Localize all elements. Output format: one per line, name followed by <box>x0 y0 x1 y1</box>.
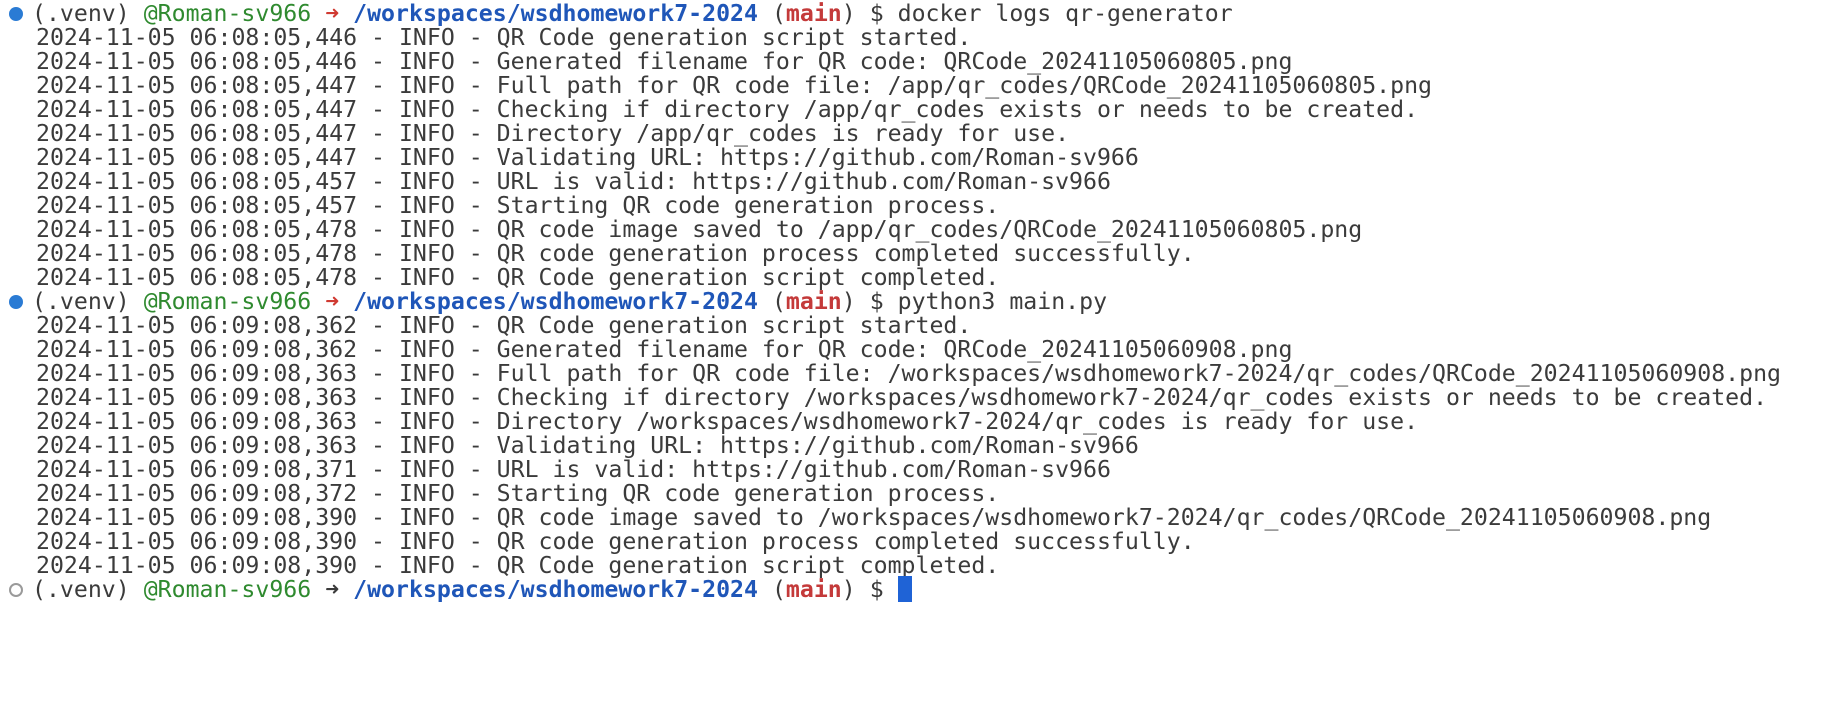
prompt-dollar: $ <box>869 576 884 603</box>
venv-label: (.venv) <box>32 0 130 27</box>
branch-paren-close: ) <box>841 576 856 603</box>
branch-paren-open: ( <box>771 576 786 603</box>
arrow-icon: ➜ <box>325 576 340 603</box>
branch-paren-open: ( <box>771 0 786 27</box>
text-cursor[interactable] <box>897 576 912 602</box>
user-label: @Roman-sv966 <box>143 288 312 315</box>
command-status-dot-icon <box>9 7 23 21</box>
cwd-path: /workspaces/wsdhomework7-2024 <box>353 288 758 315</box>
cwd-path: /workspaces/wsdhomework7-2024 <box>353 0 758 27</box>
command-text: python3 main.py <box>897 288 1108 315</box>
venv-label: (.venv) <box>32 288 130 315</box>
branch-paren-open: ( <box>771 288 786 315</box>
venv-label: (.venv) <box>32 576 130 603</box>
user-label: @Roman-sv966 <box>143 0 312 27</box>
branch-paren-close: ) <box>841 0 856 27</box>
git-branch: main <box>785 576 842 603</box>
arrow-icon: ➜ <box>325 0 340 27</box>
command-text: docker logs qr-generator <box>897 0 1233 27</box>
git-branch: main <box>785 288 842 315</box>
prompt-dollar: $ <box>869 288 884 315</box>
active-prompt-line[interactable]: (.venv) @Roman-sv966 ➜ /workspaces/wsdho… <box>32 576 912 604</box>
git-branch: main <box>785 0 842 27</box>
cwd-path: /workspaces/wsdhomework7-2024 <box>353 576 758 603</box>
terminal-window[interactable]: (.venv) @Roman-sv966 ➜ /workspaces/wsdho… <box>0 0 1822 712</box>
command-status-dot-icon <box>9 295 23 309</box>
user-label: @Roman-sv966 <box>143 576 312 603</box>
branch-paren-close: ) <box>841 288 856 315</box>
prompt-dollar: $ <box>869 0 884 27</box>
idle-status-dot-icon <box>9 583 23 597</box>
arrow-icon: ➜ <box>325 288 340 315</box>
